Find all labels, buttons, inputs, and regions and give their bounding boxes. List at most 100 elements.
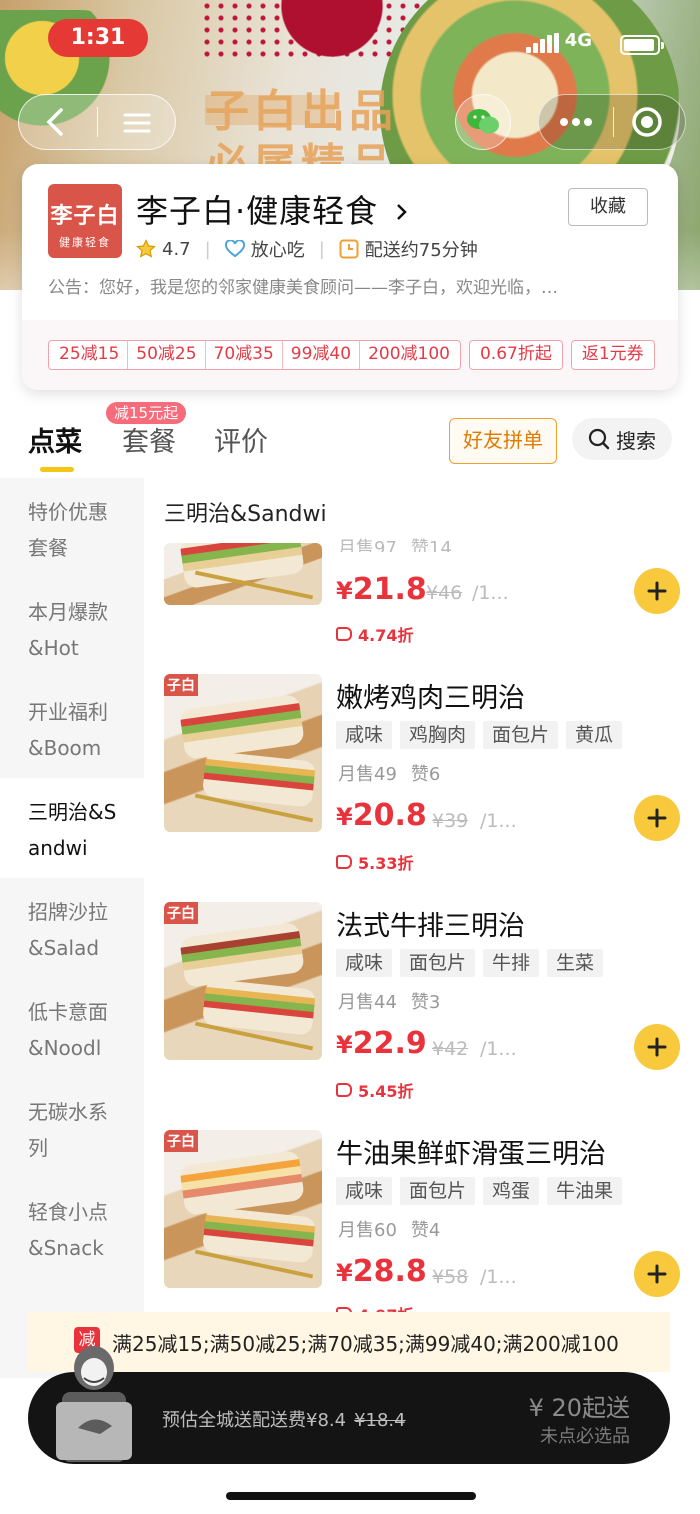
shop-notice[interactable]: 公告：您好，我是您的邻家健康美食顾问——李子白，欢迎光临，…	[48, 273, 648, 298]
product-name[interactable]: 嫩烤鸡肉三明治	[336, 676, 525, 715]
product-original-price: ¥42	[432, 1038, 469, 1060]
share-wechat-button[interactable]	[455, 94, 511, 150]
plus-icon	[647, 1037, 667, 1057]
rebate-tag[interactable]: 返1元券	[570, 340, 655, 370]
search-icon	[588, 428, 610, 450]
shop-name-link[interactable]: 李子白·健康轻食	[136, 186, 409, 232]
sidebar-item-sandwich[interactable]: 三明治&S andwi	[0, 778, 144, 878]
delivery-fee-original: ¥18.4	[354, 1410, 406, 1431]
logo-subtext: 健康轻食	[59, 236, 111, 249]
star-icon	[136, 239, 156, 258]
full-reduction-tag[interactable]: 25减15 50减25 70减35 99减40 200减100	[48, 340, 461, 370]
promo-tags[interactable]: 25减15 50减25 70减35 99减40 200减100 0.67折起 返…	[48, 340, 655, 370]
promo-text: 满25减15;满50减25;满70减35;满99减40;满200减100	[112, 1331, 619, 1356]
product-discount: 4.74折	[336, 622, 413, 646]
plus-icon	[647, 1264, 667, 1284]
tab-reviews[interactable]: 评价	[214, 420, 268, 459]
add-to-cart-button[interactable]	[634, 1024, 680, 1070]
product-price: ¥21.8	[336, 572, 427, 607]
add-to-cart-button[interactable]	[634, 1251, 680, 1297]
banner-text-line1: 子白出品	[205, 86, 397, 137]
delivery-time: 配送约75分钟	[364, 240, 478, 261]
product-unit: /1...	[480, 1038, 517, 1060]
sidebar-item-nocarb[interactable]: 无碳水系列	[0, 1078, 144, 1178]
combo-badge: 减15元起	[106, 402, 187, 424]
shop-rating: 4.7	[162, 238, 191, 260]
heart-icon	[224, 240, 245, 258]
product-discount: 5.45折	[336, 1078, 413, 1102]
sidebar-item-snack[interactable]: 轻食小点 &Snack	[0, 1178, 144, 1278]
network-type: 4G	[564, 30, 592, 51]
section-title: 三明治&Sandwi	[164, 502, 327, 527]
battery-icon	[620, 35, 664, 55]
product-tags: 咸味 面包片 鸡蛋 牛油果	[336, 1177, 623, 1205]
product-tags: 咸味 面包片 牛排 生菜	[336, 949, 604, 977]
sidebar-item-salad[interactable]: 招牌沙拉 &Salad	[0, 878, 144, 978]
miniprogram-capsule	[538, 94, 686, 150]
status-time: 1:31	[48, 19, 148, 57]
product-unit: /1...	[480, 1266, 517, 1288]
product-image[interactable]	[164, 543, 322, 605]
discount-tag-icon	[336, 855, 352, 869]
add-to-cart-button[interactable]	[634, 568, 680, 614]
clock-icon	[339, 239, 359, 259]
more-button[interactable]	[553, 107, 599, 137]
sidebar-item-noodle[interactable]: 低卡意面 &Noodl	[0, 978, 144, 1078]
plus-icon	[647, 808, 667, 828]
product-name[interactable]: 牛油果鲜虾滑蛋三明治	[336, 1132, 606, 1171]
tab-indicator	[40, 467, 74, 472]
search-button[interactable]: 搜索	[572, 418, 672, 460]
product-tags: 咸味 鸡胸肉 面包片 黄瓜	[336, 721, 623, 749]
product-unit: /1...	[472, 582, 509, 604]
min-order: ¥ 20起送	[528, 1394, 630, 1422]
product-discount: 5.33折	[336, 850, 413, 874]
shop-name: 李子白·健康轻食	[136, 192, 379, 230]
product-unit: /1...	[480, 810, 517, 832]
shop-meta: 4.7 | 放心吃 | 配送约75分钟	[136, 236, 478, 262]
product-price: ¥20.8	[336, 798, 427, 833]
back-arrow-icon	[46, 108, 63, 136]
product-sales: 月售49 赞6	[338, 764, 441, 785]
sidebar-item-hot[interactable]: 本月爆款 &Hot	[0, 578, 144, 678]
product-image[interactable]: 子白	[164, 902, 322, 1060]
discount-tag-icon	[336, 627, 352, 641]
logo-text: 李子白	[50, 204, 120, 229]
signal-icon	[526, 33, 560, 53]
delivery-rider-icon	[56, 1346, 132, 1462]
safety-label: 放心吃	[250, 240, 305, 261]
product-name[interactable]: 法式牛排三明治	[336, 904, 525, 943]
product-sales: 月售97 赞14	[338, 538, 452, 552]
product-price: ¥22.9	[336, 1026, 427, 1061]
banner-pomegranate-image	[200, 0, 420, 60]
plus-icon	[647, 581, 667, 601]
product-image[interactable]: 子白	[164, 1130, 322, 1288]
shop-logo: 李子白 健康轻食	[48, 184, 122, 258]
sidebar-item-boom[interactable]: 开业福利 &Boom	[0, 678, 144, 778]
product-image[interactable]: 子白	[164, 674, 322, 832]
product-sales: 月售44 赞3	[338, 992, 441, 1013]
delivery-fee: 预估全城送配送费¥8.4 ¥18.4	[162, 1410, 406, 1431]
nav-capsule-left	[18, 94, 176, 150]
chevron-right-icon	[397, 204, 408, 220]
group-buy-button[interactable]: 好友拼单	[449, 418, 557, 464]
discount-tag[interactable]: 0.67折起	[468, 340, 563, 370]
category-sidebar: 特价优惠 套餐 本月爆款 &Hot 开业福利 &Boom 三明治&S andwi 招牌沙…	[0, 478, 144, 1378]
tab-order[interactable]: 点菜	[28, 420, 82, 459]
min-order-note: 未点必选品	[540, 1426, 630, 1447]
tab-combo[interactable]: 套餐	[122, 420, 176, 459]
discount-tag-icon	[336, 1083, 352, 1097]
add-to-cart-button[interactable]	[634, 795, 680, 841]
product-original-price: ¥58	[432, 1266, 469, 1288]
back-button[interactable]	[39, 107, 71, 137]
wechat-icon	[467, 109, 499, 134]
more-dots-icon	[560, 118, 592, 126]
home-indicator	[226, 1492, 476, 1500]
close-miniprogram-button[interactable]	[627, 105, 667, 139]
favorite-button[interactable]: 收藏	[568, 188, 648, 226]
product-sales: 月售60 赞4	[338, 1220, 441, 1241]
product-original-price: ¥46	[426, 582, 463, 604]
product-original-price: ¥39	[432, 810, 469, 832]
sidebar-item-specials[interactable]: 特价优惠 套餐	[0, 478, 144, 578]
product-price: ¥28.8	[336, 1254, 427, 1289]
menu-button[interactable]	[119, 109, 155, 137]
